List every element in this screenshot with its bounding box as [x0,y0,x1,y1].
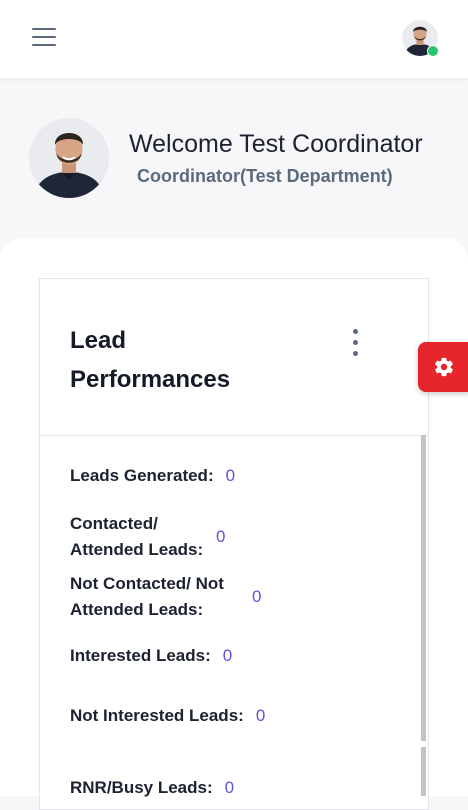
card-title: Lead Performances [70,327,231,393]
kebab-icon[interactable] [348,329,362,359]
settings-button[interactable] [418,342,468,392]
stat-label: Leads Generated: [70,466,214,485]
welcome-section: Welcome Test Coordinator Coordinator(Tes… [0,78,468,238]
scrollbar-track [421,747,426,796]
stat-leads-generated: Leads Generated: 0 [70,463,235,489]
stat-value: 0 [255,706,266,725]
card-header: Lead Performances [40,279,428,436]
stat-contacted-leads: Contacted/ Attended Leads: 0 [70,511,225,563]
card-scrollbar[interactable] [421,435,426,796]
stat-not-interested-leads: Not Interested Leads: 0 [70,703,265,729]
stat-value: 0 [222,646,233,665]
stat-label: Interested Leads: [70,646,211,665]
top-navbar [0,0,468,78]
hamburger-icon[interactable] [32,28,56,48]
stat-label: Not Contacted/ Not Attended Leads: [70,574,224,619]
stat-value: 0 [224,778,235,797]
user-role-subtitle: Coordinator(Test Department) [137,166,393,186]
lead-performances-card: Lead Performances Leads Generated: 0 Con… [39,278,429,810]
stat-label: RNR/Busy Leads: [70,778,213,797]
stat-value: 0 [252,587,262,606]
gear-icon [435,357,453,377]
welcome-title: Welcome Test Coordinator [129,130,423,158]
stat-label: Contacted/ Attended Leads: [70,514,204,559]
stat-interested-leads: Interested Leads: 0 [70,643,232,669]
online-status-indicator [427,45,439,57]
scrollbar-thumb[interactable] [421,435,426,741]
stat-label: Not Interested Leads: [70,706,244,725]
profile-avatar [29,118,109,198]
stat-not-contacted-leads: Not Contacted/ Not Attended Leads: 0 [70,571,261,623]
stat-value: 0 [216,527,226,546]
stat-rnr-busy-leads: RNR/Busy Leads: 0 [70,775,234,801]
stat-value: 0 [225,466,236,485]
